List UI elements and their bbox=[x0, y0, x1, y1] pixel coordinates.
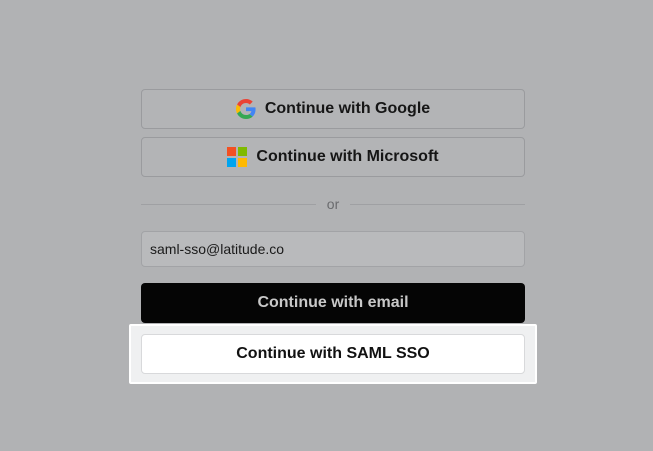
divider-line-left bbox=[141, 203, 316, 205]
continue-with-microsoft-button[interactable]: Continue with Microsoft bbox=[141, 137, 525, 177]
microsoft-logo-icon bbox=[227, 147, 248, 167]
email-field[interactable] bbox=[141, 231, 525, 267]
divider-text: or bbox=[326, 196, 340, 212]
continue-with-saml-sso-button[interactable]: Continue with SAML SSO bbox=[141, 334, 525, 374]
google-button-label: Continue with Google bbox=[264, 100, 431, 117]
google-logo-icon bbox=[235, 99, 256, 119]
or-divider: or bbox=[141, 191, 526, 217]
sign-in-panel: Continue with Google Continue with Micro… bbox=[141, 89, 526, 323]
continue-with-email-button[interactable]: Continue with email bbox=[141, 283, 525, 323]
divider-line-right bbox=[350, 203, 526, 205]
microsoft-button-label: Continue with Microsoft bbox=[256, 148, 439, 165]
saml-sso-highlight: Continue with SAML SSO bbox=[129, 324, 537, 384]
continue-with-google-button[interactable]: Continue with Google bbox=[141, 89, 525, 129]
